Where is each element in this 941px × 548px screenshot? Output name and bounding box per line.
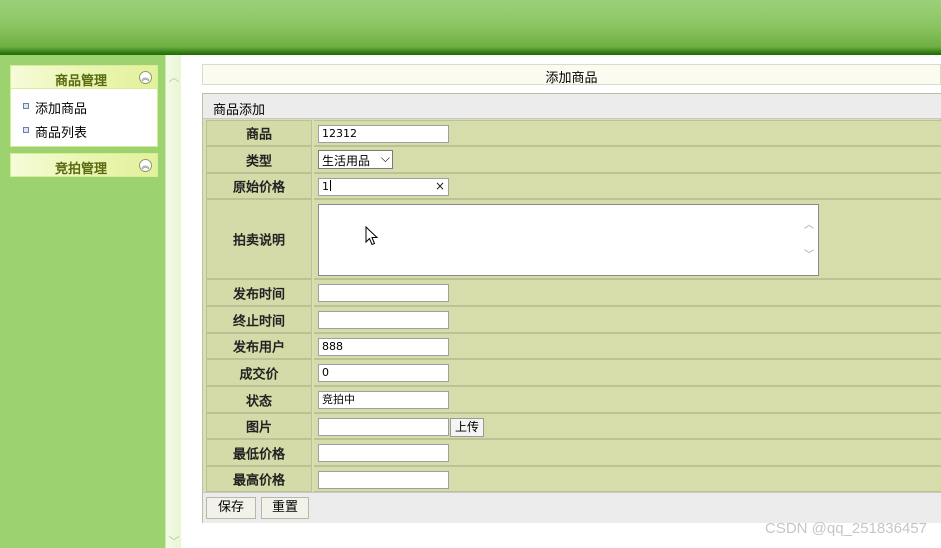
menu-title: 商品管理 [54, 74, 107, 89]
double-chevron-up-icon[interactable]: ︽ [139, 71, 152, 84]
value-cell: 1 × [314, 173, 941, 199]
field-label: 发布时间 [232, 287, 285, 302]
sidebar-item-label: 添加商品 [35, 102, 88, 117]
field-label: 最低价格 [232, 447, 285, 462]
status-input[interactable]: 竞拍中 [318, 391, 449, 409]
field-label: 商品 [245, 127, 272, 143]
field-label: 终止时间 [232, 314, 285, 329]
label-cell: 发布时间 [206, 279, 312, 306]
end-time-input[interactable] [318, 311, 449, 329]
product-form: 商品添加 商品 12312 类型 生活用品 ⌵ 原始价格 1 × 拍卖说明 ︿ ﹀… [202, 93, 941, 523]
field-label: 图片 [245, 420, 272, 436]
menu-body-product-management: 添加商品 商品列表 [10, 89, 158, 147]
type-select-value: 生活用品 [322, 154, 371, 168]
mouse-pointer-icon [365, 226, 379, 246]
row-image: 图片 上传 [206, 413, 941, 439]
sidebar-scroll-strip[interactable]: ︿ ﹀ [165, 55, 181, 548]
label-cell: 类型 [206, 146, 312, 173]
value-cell [314, 439, 941, 466]
row-deal-price: 成交价 0 [206, 359, 941, 386]
form-caption: 商品添加 [203, 94, 941, 119]
label-cell: 状态 [206, 386, 312, 413]
form-caption-text: 商品添加 [213, 103, 266, 118]
reset-button[interactable]: 重置 [261, 497, 309, 519]
row-status: 状态 竞拍中 [206, 386, 941, 413]
row-name: 商品 12312 [206, 120, 941, 146]
product-name-input[interactable]: 12312 [318, 125, 449, 143]
field-label: 最高价格 [232, 473, 285, 489]
menu-head-auction-management[interactable]: 竞拍管理 ︽ [10, 153, 158, 177]
label-cell: 发布用户 [206, 333, 312, 359]
label-cell: 终止时间 [206, 306, 312, 333]
row-max-price: 最高价格 [206, 466, 941, 492]
value-cell [314, 279, 941, 306]
image-file-input[interactable] [318, 418, 449, 436]
deal-price-input[interactable]: 0 [318, 364, 449, 382]
field-label: 状态 [245, 394, 272, 409]
description-textarea[interactable] [318, 204, 819, 276]
value-cell: 生活用品 ⌵ [314, 146, 941, 173]
form-action-bar: 保存 重置 [203, 492, 941, 523]
chevron-up-icon[interactable]: ︿ [804, 216, 814, 231]
value-cell: 888 [314, 333, 941, 359]
label-cell: 拍卖说明 [206, 199, 312, 279]
original-price-input[interactable]: 1 × [318, 178, 449, 196]
page-title: 添加商品 [545, 71, 598, 86]
value-cell [314, 306, 941, 333]
row-end-time: 终止时间 [206, 306, 941, 333]
upload-button[interactable]: 上传 [450, 418, 484, 437]
row-publish-time: 发布时间 [206, 279, 941, 306]
scroll-up-icon[interactable]: ︿ [166, 69, 182, 85]
menu-head-product-management[interactable]: 商品管理 ︽ [10, 65, 158, 89]
publish-time-input[interactable] [318, 284, 449, 302]
field-label: 类型 [245, 154, 272, 169]
value-cell: 0 [314, 359, 941, 386]
bullet-icon [23, 127, 29, 133]
label-cell: 图片 [206, 413, 312, 439]
publisher-input[interactable]: 888 [318, 338, 449, 356]
sidebar-item-label: 商品列表 [35, 126, 88, 141]
double-chevron-up-icon[interactable]: ︽ [139, 159, 152, 172]
menu-title: 竞拍管理 [54, 162, 107, 177]
value-cell: 竞拍中 [314, 386, 941, 413]
max-price-input[interactable] [318, 471, 449, 489]
row-type: 类型 生活用品 ⌵ [206, 146, 941, 173]
value-cell: ︿ ﹀ [314, 199, 941, 279]
label-cell: 商品 [206, 120, 312, 146]
page-title-bar: 添加商品 [202, 64, 941, 86]
label-cell: 最高价格 [206, 466, 312, 492]
app-header [0, 0, 941, 55]
close-icon[interactable]: × [435, 179, 445, 193]
row-publisher: 发布用户 888 [206, 333, 941, 359]
value-cell: 12312 [314, 120, 941, 146]
watermark-text: CSDN @qq_251836457 [764, 520, 927, 537]
row-original-price: 原始价格 1 × [206, 173, 941, 199]
field-label: 成交价 [239, 367, 279, 382]
chevron-down-icon: ⌵ [380, 151, 390, 165]
value-cell [314, 466, 941, 492]
field-label: 发布用户 [232, 340, 285, 356]
label-cell: 最低价格 [206, 439, 312, 466]
min-price-input[interactable] [318, 444, 449, 462]
type-select[interactable]: 生活用品 ⌵ [318, 150, 393, 169]
label-cell: 原始价格 [206, 173, 312, 199]
row-min-price: 最低价格 [206, 439, 941, 466]
text-caret [330, 180, 331, 191]
original-price-value: 1 [322, 180, 329, 193]
bullet-icon [23, 103, 29, 109]
chevron-down-icon[interactable]: ﹀ [804, 246, 814, 261]
label-cell: 成交价 [206, 359, 312, 386]
save-button[interactable]: 保存 [206, 497, 256, 519]
value-cell: 上传 [314, 413, 941, 439]
field-label: 拍卖说明 [232, 233, 285, 249]
field-label: 原始价格 [232, 180, 285, 196]
row-description: 拍卖说明 ︿ ﹀ [206, 199, 941, 279]
scroll-down-icon[interactable]: ﹀ [166, 533, 182, 548]
